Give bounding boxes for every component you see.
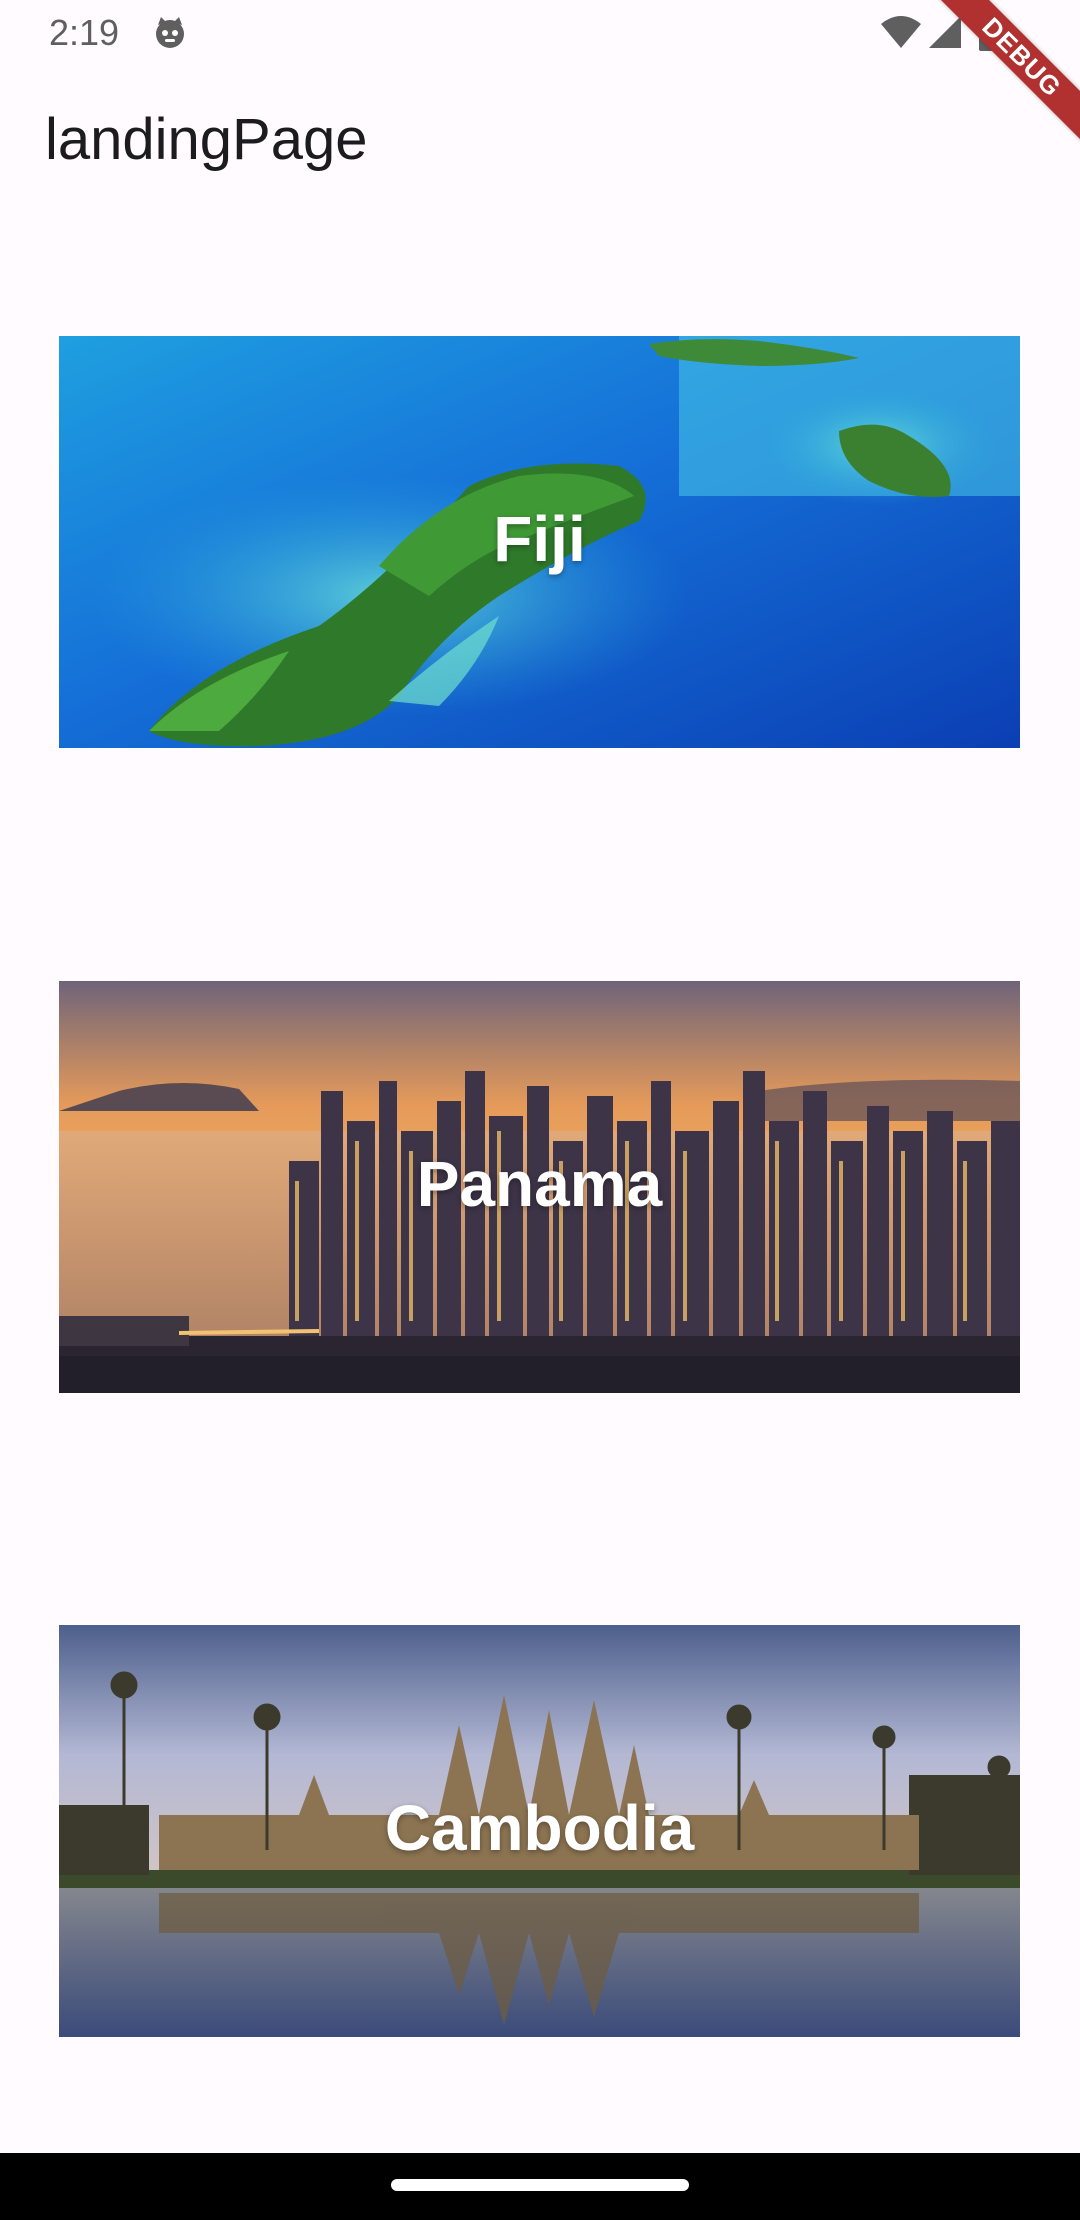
cat-face-icon (156, 17, 184, 48)
battery-icon (979, 12, 1001, 51)
page-title: landingPage (45, 107, 368, 172)
destination-label: Cambodia (384, 1792, 695, 1864)
destination-card-panama[interactable]: Panama (59, 981, 1020, 1393)
app-bar: landingPage (0, 66, 1080, 218)
status-bar: 2:19 (0, 0, 1080, 66)
destination-card-fiji[interactable]: Fiji (59, 336, 1020, 748)
home-gesture-handle[interactable] (391, 2179, 689, 2191)
status-time: 2:19 (49, 12, 120, 53)
cellular-signal-icon (929, 16, 961, 48)
wifi-icon (881, 16, 921, 48)
system-navigation-bar (0, 2153, 1080, 2220)
destination-label: Panama (416, 1148, 663, 1220)
destination-label: Fiji (493, 503, 586, 575)
destination-card-cambodia[interactable]: Cambodia (59, 1625, 1020, 2037)
